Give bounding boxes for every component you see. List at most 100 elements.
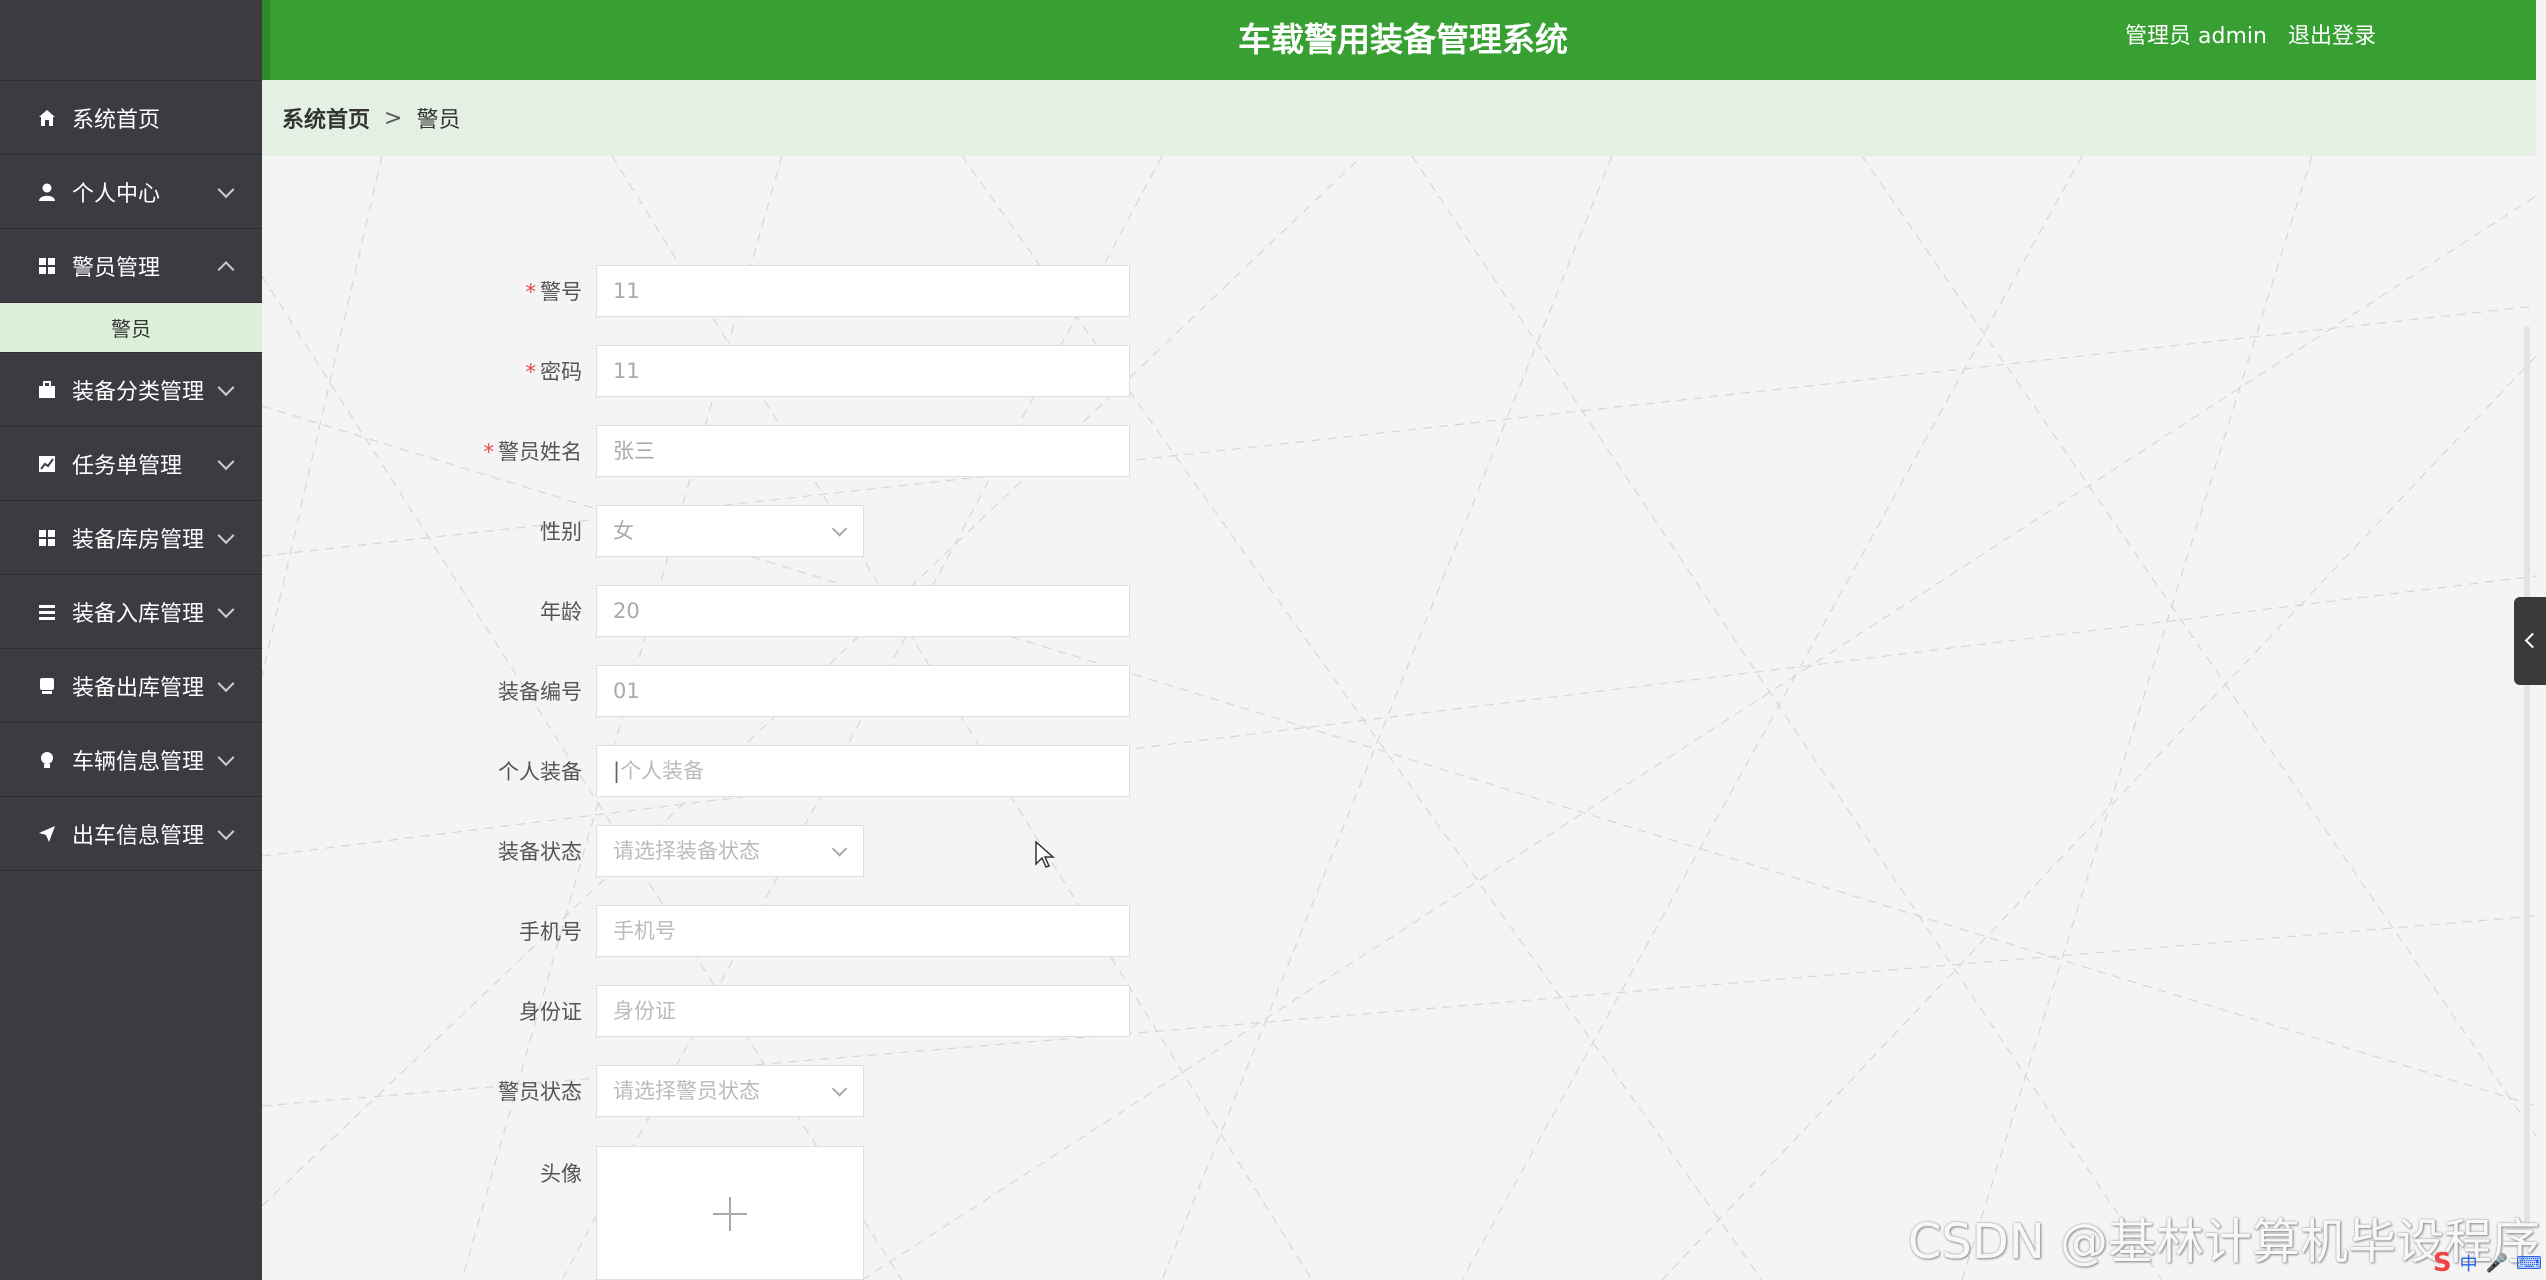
required-mark: *	[525, 360, 537, 384]
ime-logo-icon: S	[2432, 1248, 2452, 1278]
chevron-down-icon	[217, 822, 235, 840]
user-label: 管理员 admin	[2125, 24, 2267, 49]
chevron-down-icon	[217, 526, 235, 544]
grid-icon	[36, 527, 58, 549]
list-icon	[36, 601, 58, 623]
sidebar-item-dispatch[interactable]: 出车信息管理	[0, 797, 262, 871]
id-card-input[interactable]: 身份证	[596, 985, 1130, 1037]
form-row-equip-status: 装备状态 请选择装备状态	[262, 824, 864, 878]
keyboard-icon[interactable]: ⌨	[2516, 1253, 2542, 1274]
form-row-gender: 性别 女	[262, 504, 864, 558]
form-row-phone: 手机号 手机号	[262, 904, 1130, 958]
chevron-down-icon	[217, 378, 235, 396]
form-row-personal-equip: 个人装备 |个人装备	[262, 744, 1130, 798]
sidebar-item-tasks[interactable]: 任务单管理	[0, 427, 262, 501]
name-input[interactable]: 张三	[596, 425, 1130, 477]
police-status-select[interactable]: 请选择警员状态	[596, 1065, 864, 1117]
sidebar-item-label: 装备分类管理	[72, 379, 205, 405]
personal-equip-input[interactable]: |个人装备	[596, 745, 1130, 797]
phone-input[interactable]: 手机号	[596, 905, 1130, 957]
required-mark: *	[483, 440, 495, 464]
id-card-label: 身份证	[519, 1000, 582, 1024]
name-label: * 警员姓名	[483, 440, 583, 464]
sidebar-item-stock-in[interactable]: 装备入库管理	[0, 575, 262, 649]
home-icon	[36, 107, 58, 129]
sidebar-brand-area	[0, 0, 262, 81]
password-label: * 密码	[525, 360, 583, 384]
equip-status-select[interactable]: 请选择装备状态	[596, 825, 864, 877]
age-label: 年龄	[540, 600, 582, 624]
chevron-down-icon	[217, 452, 235, 470]
sidebar-item-label: 装备库房管理	[72, 527, 205, 553]
form-row-police-no: * 警号 11	[262, 264, 1130, 318]
ime-language[interactable]: 中	[2460, 1250, 2478, 1276]
sidebar-item-profile[interactable]: 个人中心	[0, 155, 262, 229]
plus-icon-vertical	[729, 1197, 731, 1231]
user-icon	[36, 181, 58, 203]
police-no-label: * 警号	[525, 280, 583, 304]
form-row-avatar: 头像	[262, 1146, 864, 1280]
sidebar-item-stock-out[interactable]: 装备出库管理	[0, 649, 262, 723]
sidebar-item-label: 个人中心	[72, 181, 161, 207]
form-row-age: 年龄 20	[262, 584, 1130, 638]
chevron-down-icon	[217, 180, 235, 198]
box-icon	[36, 675, 58, 697]
breadcrumb: 系统首页 > 警员	[262, 80, 2536, 156]
gender-label: 性别	[540, 520, 582, 544]
form-row-id-card: 身份证 身份证	[262, 984, 1130, 1038]
chevron-down-icon	[217, 748, 235, 766]
sidebar-item-label: 车辆信息管理	[72, 749, 205, 775]
password-input[interactable]: 11	[596, 345, 1130, 397]
top-header: 车载警用装备管理系统 管理员 admin 退出登录	[262, 0, 2536, 80]
phone-label: 手机号	[519, 920, 582, 944]
mic-icon[interactable]: 🎤	[2486, 1253, 2508, 1274]
chevron-down-icon	[831, 841, 848, 857]
equip-status-label: 装备状态	[498, 840, 582, 864]
chevron-left-icon	[2524, 632, 2541, 649]
form-row-police-status: 警员状态 请选择警员状态	[262, 1064, 864, 1118]
sidebar-item-label: 装备出库管理	[72, 675, 205, 701]
sidebar-item-home[interactable]: 系统首页	[0, 81, 262, 155]
chevron-down-icon	[831, 521, 848, 537]
bulb-icon	[36, 749, 58, 771]
avatar-label: 头像	[540, 1162, 582, 1186]
breadcrumb-current: 警员	[416, 108, 461, 133]
breadcrumb-home-link[interactable]: 系统首页	[282, 102, 370, 134]
gender-select[interactable]: 女	[596, 505, 864, 557]
mouse-cursor-icon	[1035, 840, 1055, 868]
chevron-down-icon	[217, 674, 235, 692]
chevron-up-icon	[217, 260, 235, 278]
personal-equip-label: 个人装备	[498, 760, 582, 784]
ime-toolbar: S 中 🎤 ⌨	[2433, 1248, 2546, 1280]
logout-link[interactable]: 退出登录	[2288, 24, 2376, 49]
send-icon	[36, 823, 58, 845]
sidebar-item-label: 装备入库管理	[72, 601, 205, 627]
grid-icon	[36, 255, 58, 277]
collapse-toggle-button[interactable]	[2514, 597, 2546, 685]
avatar-upload[interactable]	[596, 1146, 864, 1280]
user-info: 管理员 admin 退出登录	[2125, 0, 2376, 74]
sidebar-item-equip-category[interactable]: 装备分类管理	[0, 353, 262, 427]
sidebar-item-label: 任务单管理	[72, 453, 183, 479]
sidebar-item-vehicles[interactable]: 车辆信息管理	[0, 723, 262, 797]
required-mark: *	[525, 280, 537, 304]
sidebar-item-warehouse[interactable]: 装备库房管理	[0, 501, 262, 575]
police-status-label: 警员状态	[498, 1080, 582, 1104]
sidebar-item-police[interactable]: 警员管理	[0, 229, 262, 303]
age-input[interactable]: 20	[596, 585, 1130, 637]
form-row-equip-no: 装备编号 01	[262, 664, 1130, 718]
sidebar-item-label: 警员管理	[72, 255, 161, 281]
form-row-password: * 密码 11	[262, 344, 1130, 398]
sidebar-subitem-police[interactable]: 警员	[0, 303, 262, 353]
main-content: * 警号 11 * 密码 11 * 警员姓名 张三 性别 女 年龄 20 装备编号 0…	[262, 156, 2536, 1280]
scrollbar[interactable]	[2524, 326, 2530, 1226]
police-no-input[interactable]: 11	[596, 265, 1130, 317]
chevron-down-icon	[217, 600, 235, 618]
briefcase-icon	[36, 379, 58, 401]
equip-no-label: 装备编号	[498, 680, 582, 704]
sidebar-item-label: 系统首页	[72, 107, 161, 133]
sidebar: 系统首页 个人中心 警员管理 警员 装备分类管理 任务单管理 装备库房管理 装备…	[0, 0, 262, 1280]
chart-icon	[36, 453, 58, 475]
equip-no-input[interactable]: 01	[596, 665, 1130, 717]
chevron-down-icon	[831, 1081, 848, 1097]
